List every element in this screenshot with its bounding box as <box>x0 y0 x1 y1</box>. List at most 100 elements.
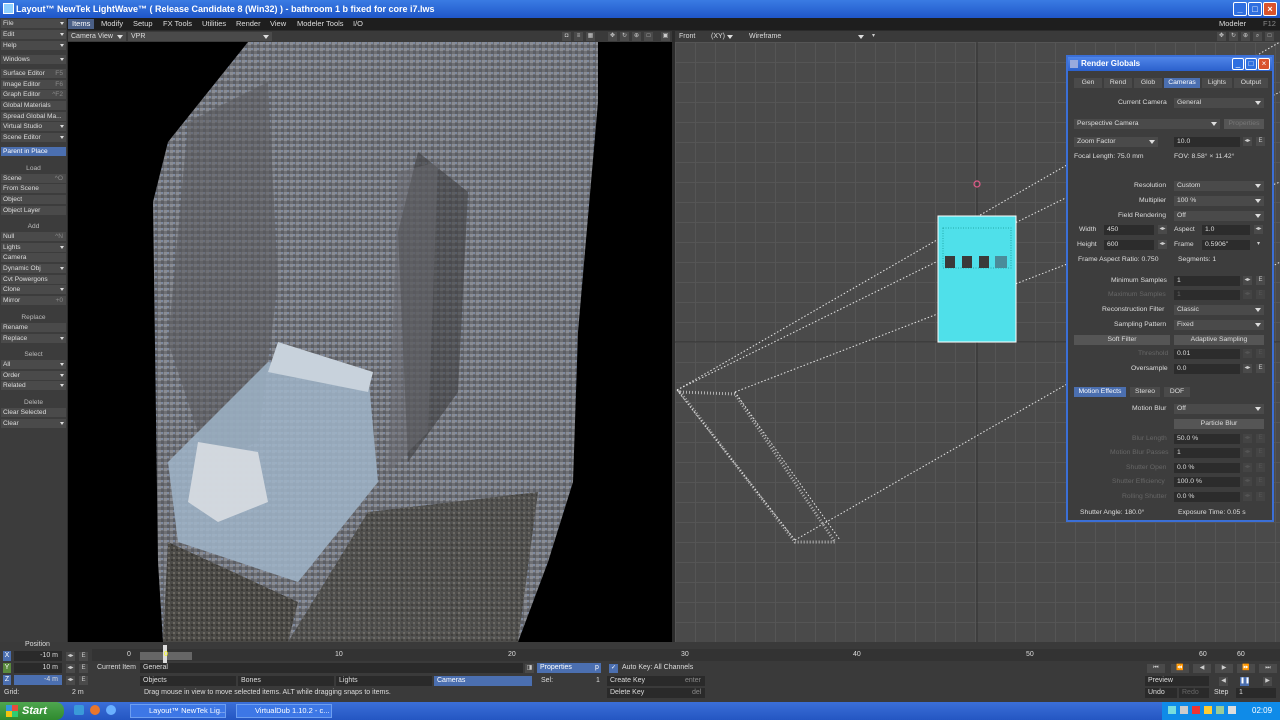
current-item-select[interactable]: General <box>140 663 523 673</box>
rotate-view-icon[interactable]: ↻ <box>620 32 629 41</box>
play-reverse-icon[interactable]: ◀ <box>1219 677 1228 686</box>
envelope-icon[interactable]: ◂▸ <box>1243 137 1252 146</box>
tab-utilities[interactable]: Utilities <box>198 19 230 29</box>
frame-field[interactable]: 0.5906" <box>1202 240 1250 250</box>
load-object-layer-button[interactable]: Object Layer <box>1 206 66 215</box>
width-field[interactable]: 450 <box>1104 225 1154 235</box>
select-all-menu[interactable]: All <box>1 360 66 369</box>
tab-view[interactable]: View <box>266 19 290 29</box>
move-view-icon[interactable]: ✥ <box>608 32 617 41</box>
stepper-icon[interactable]: ◂▸ <box>1243 276 1252 285</box>
camera-viewport[interactable] <box>68 42 672 642</box>
add-dynamic-obj-menu[interactable]: Dynamic Obj <box>1 264 66 273</box>
reconstruction-filter-select[interactable]: Classic <box>1174 305 1264 315</box>
tab-lights[interactable]: Lights <box>1202 78 1232 88</box>
mirror-button[interactable]: Mirror +0 <box>1 296 66 305</box>
objects-mode-button[interactable]: Objects <box>140 676 236 686</box>
soft-filter-toggle[interactable]: Soft Filter <box>1074 335 1170 345</box>
envelope-edit-icon[interactable]: E <box>79 652 88 661</box>
help-menu[interactable]: Help <box>1 41 66 50</box>
delete-key-button[interactable]: Delete Key <box>607 688 705 698</box>
load-from-scene-button[interactable]: From Scene <box>1 184 66 193</box>
previous-frame-icon[interactable]: ◀ <box>1193 664 1211 673</box>
multiplier-select[interactable]: 100 % <box>1174 196 1264 206</box>
tab-io[interactable]: I/O <box>349 19 367 29</box>
cvt-powergons-button[interactable]: Cvt Powergons <box>1 275 66 284</box>
close-button[interactable]: × <box>1263 2 1277 16</box>
preview-select[interactable]: Preview <box>1145 676 1209 686</box>
zoom-view-icon[interactable]: ⊕ <box>1241 32 1250 41</box>
camera-select[interactable]: VPR <box>128 32 272 41</box>
shutter-open-field[interactable]: 0.0 % <box>1174 463 1240 473</box>
minimize-button[interactable]: _ <box>1233 2 1247 16</box>
load-scene-button[interactable]: Scene ^O <box>1 174 66 183</box>
height-stepper-icon[interactable]: ◂▸ <box>1158 240 1167 249</box>
tray-icon[interactable] <box>1204 706 1212 714</box>
cameras-mode-button[interactable]: Cameras <box>434 676 532 686</box>
previous-key-icon[interactable]: ⏪ <box>1171 664 1189 673</box>
tab-render[interactable]: Render <box>232 19 265 29</box>
blur-passes-field[interactable]: 1 <box>1174 448 1240 458</box>
camera-properties-button[interactable]: Properties <box>1224 119 1264 129</box>
clone-menu[interactable]: Clone <box>1 285 66 294</box>
edit-menu[interactable]: Edit <box>1 30 66 39</box>
view-mode-select[interactable]: Camera View <box>68 32 126 41</box>
auto-key-select[interactable]: Auto Key: All Channels <box>622 663 693 673</box>
global-materials-button[interactable]: Global Materials <box>1 101 66 110</box>
image-editor-button[interactable]: Image Editor F6 <box>1 80 66 89</box>
envelope-edit-icon[interactable]: E <box>1256 276 1265 285</box>
tab-output[interactable]: Output <box>1234 78 1268 88</box>
zoom-view-icon[interactable]: ⊕ <box>632 32 641 41</box>
step-field[interactable]: 1 <box>1236 688 1276 698</box>
tray-icon[interactable] <box>1180 706 1188 714</box>
threshold-field[interactable]: 0.01 <box>1174 349 1240 359</box>
panel-minimize-button[interactable]: _ <box>1232 58 1244 70</box>
render-preview-icon[interactable]: ▣ <box>661 32 670 41</box>
taskbar-item-virtualdub[interactable]: VirtualDub 1.10.2 - c... <box>236 704 332 718</box>
windows-menu[interactable]: Windows <box>1 55 66 64</box>
blur-length-field[interactable]: 50.0 % <box>1174 434 1240 444</box>
tab-setup[interactable]: Setup <box>129 19 157 29</box>
resolution-select[interactable]: Custom <box>1174 181 1264 191</box>
item-picker-icon[interactable]: ◨ <box>525 664 534 673</box>
tray-icon[interactable] <box>1192 706 1200 714</box>
tab-glob[interactable]: Glob <box>1134 78 1162 88</box>
tab-rend[interactable]: Rend <box>1104 78 1132 88</box>
tray-icon[interactable] <box>1168 706 1176 714</box>
stepper-icon[interactable]: ◂▸ <box>66 676 75 685</box>
play-icon[interactable]: ▶ <box>1263 677 1272 686</box>
y-position-field[interactable]: 10 m <box>14 663 62 673</box>
aspect-field[interactable]: 1.0 <box>1202 225 1250 235</box>
grid-icon[interactable]: ▦ <box>586 32 595 41</box>
maximize-viewport-icon[interactable]: □ <box>644 32 653 41</box>
move-view-icon[interactable]: ✥ <box>1217 32 1226 41</box>
next-frame-icon[interactable]: ▶ <box>1215 664 1233 673</box>
firefox-icon[interactable] <box>90 705 100 715</box>
view-axes-select[interactable]: (XY) <box>708 32 736 41</box>
rotate-view-icon[interactable]: ↻ <box>1229 32 1238 41</box>
properties-button[interactable]: Properties <box>537 663 601 673</box>
add-null-button[interactable]: Null ^N <box>1 232 66 241</box>
desktop-icon[interactable] <box>74 705 84 715</box>
particle-blur-toggle[interactable]: Particle Blur <box>1174 419 1264 429</box>
width-stepper-icon[interactable]: ◂▸ <box>1158 225 1167 234</box>
pause-icon[interactable]: ❚❚ <box>1240 677 1250 686</box>
aspect-stepper-icon[interactable]: ◂▸ <box>1254 225 1263 234</box>
browser-icon[interactable] <box>106 705 116 715</box>
shutter-efficiency-field[interactable]: 100.0 % <box>1174 477 1240 487</box>
envelope-edit-icon[interactable]: E <box>1256 364 1265 373</box>
select-order-menu[interactable]: Order <box>1 371 66 380</box>
tab-items[interactable]: Items <box>68 19 95 29</box>
load-object-button[interactable]: Object <box>1 195 66 204</box>
chevron-down-icon[interactable]: ▾ <box>869 32 878 41</box>
checkbox-icon[interactable]: ✓ <box>609 664 618 673</box>
tab-stereo[interactable]: Stereo <box>1130 387 1160 397</box>
undo-button[interactable]: Undo <box>1145 688 1177 698</box>
maximize-viewport-icon[interactable]: □ <box>1265 32 1274 41</box>
rolling-shutter-field[interactable]: 0.0 % <box>1174 492 1240 502</box>
stepper-icon[interactable]: ◂▸ <box>66 652 75 661</box>
tab-fx-tools[interactable]: FX Tools <box>159 19 196 29</box>
clear-menu[interactable]: Clear <box>1 419 66 428</box>
scene-editor-button[interactable]: Scene Editor <box>1 133 66 142</box>
motion-blur-select[interactable]: Off <box>1174 404 1264 414</box>
